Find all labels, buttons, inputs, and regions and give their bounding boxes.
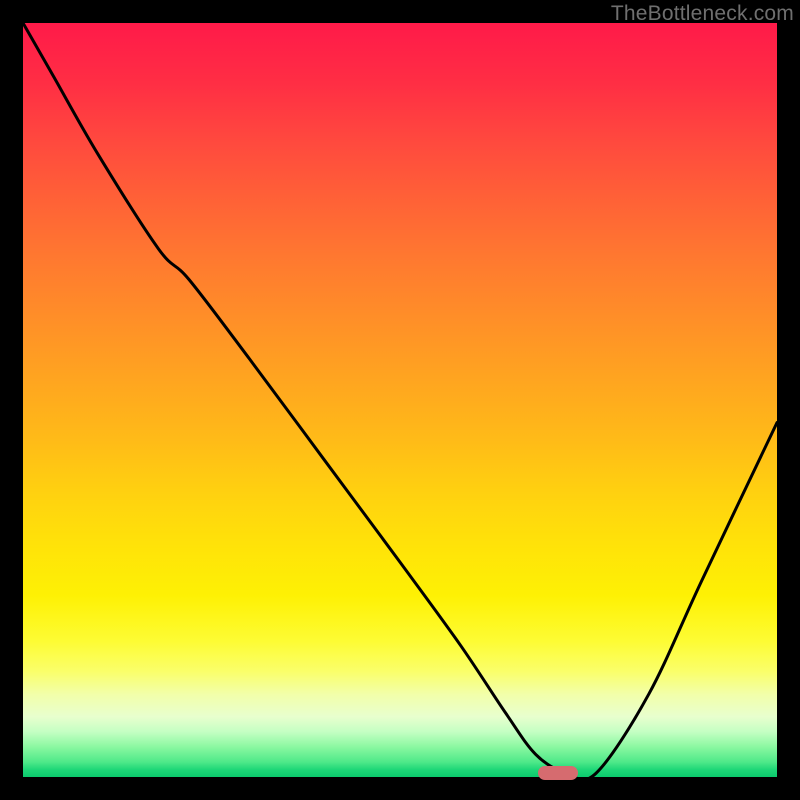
plot-area <box>23 23 777 777</box>
chart-frame: TheBottleneck.com <box>0 0 800 800</box>
watermark-text: TheBottleneck.com <box>611 2 794 26</box>
optimum-marker <box>538 766 578 780</box>
